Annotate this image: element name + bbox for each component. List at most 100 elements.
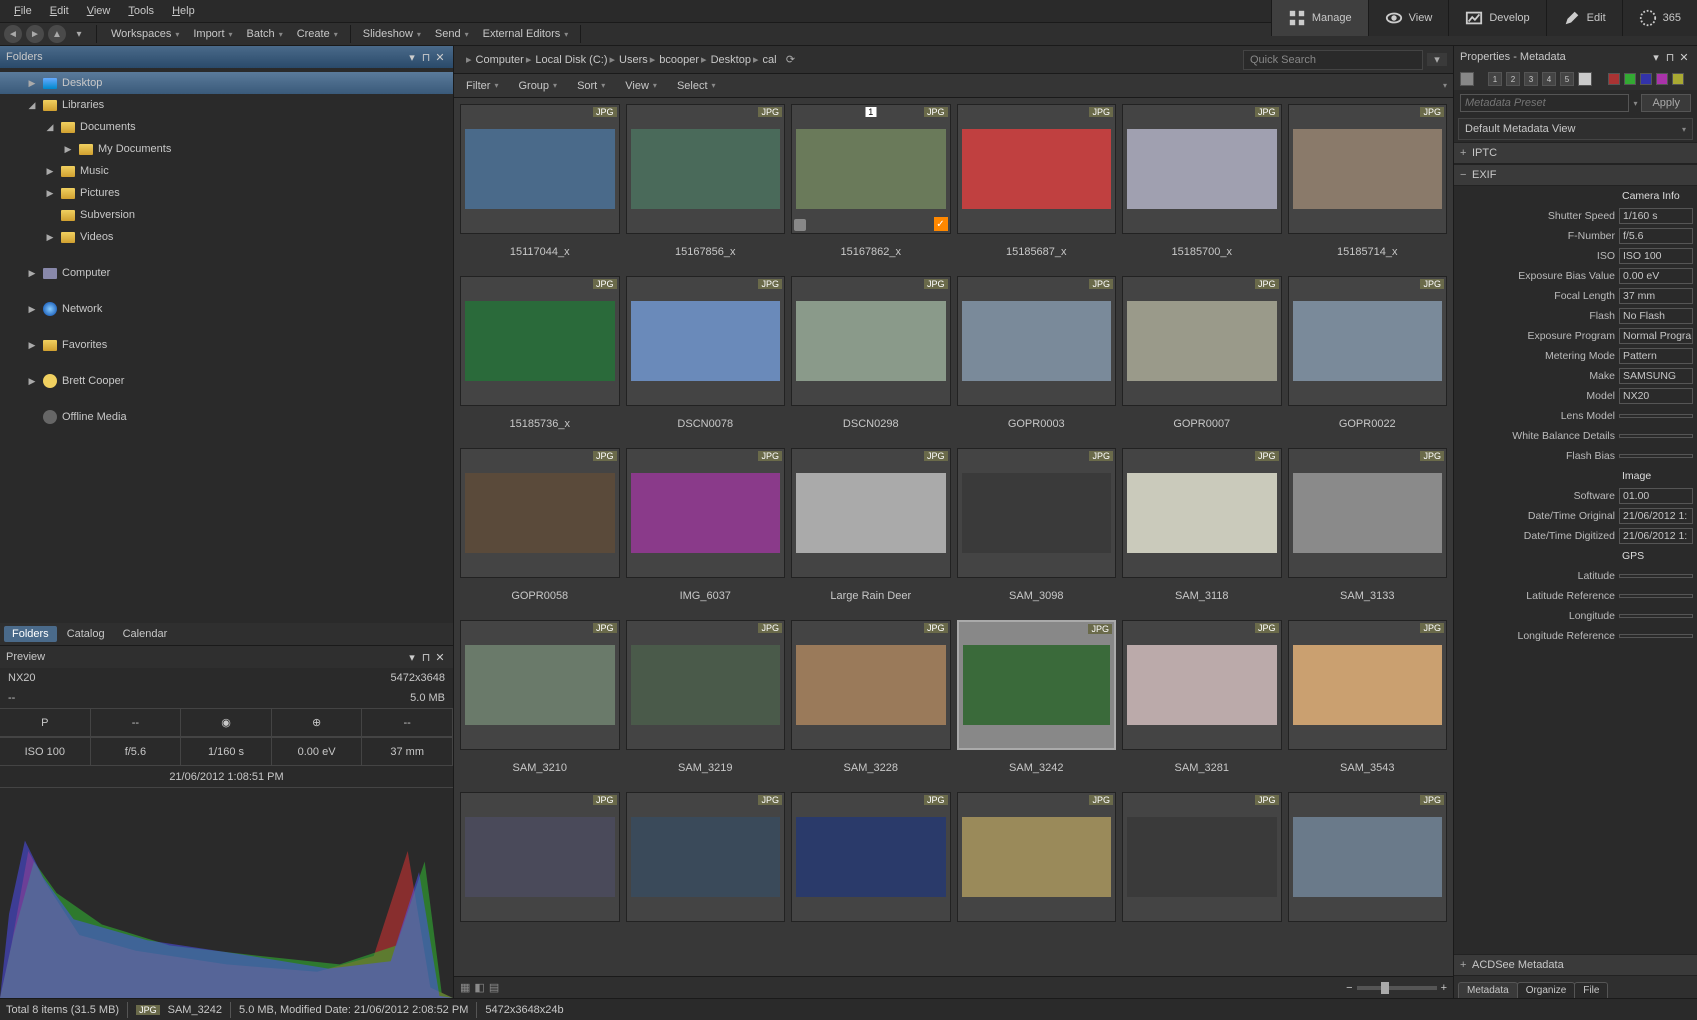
- metadata-preset-input[interactable]: [1460, 94, 1629, 112]
- view-mode-icon[interactable]: ▤: [489, 981, 499, 994]
- toolbar-import[interactable]: Import ▾: [187, 25, 238, 43]
- thumbnail[interactable]: JPGSAM_3228: [791, 620, 951, 786]
- tree-item-computer[interactable]: ▶Computer: [0, 262, 453, 284]
- tree-item-music[interactable]: ▶Music: [0, 160, 453, 182]
- rating-5[interactable]: 5: [1560, 72, 1574, 86]
- toolbar-send[interactable]: Send ▾: [429, 25, 475, 43]
- exif-value[interactable]: [1619, 574, 1693, 578]
- exif-value[interactable]: No Flash: [1619, 308, 1693, 324]
- mode-develop[interactable]: Develop: [1448, 0, 1545, 36]
- exif-value[interactable]: f/5.6: [1619, 228, 1693, 244]
- color-red[interactable]: [1608, 73, 1620, 85]
- exif-value[interactable]: Normal Program: [1619, 328, 1693, 344]
- panel-menu-icon[interactable]: ▾: [405, 651, 419, 664]
- left-tab-folders[interactable]: Folders: [4, 626, 57, 642]
- thumbnail[interactable]: JPGGOPR0003: [957, 276, 1117, 442]
- breadcrumb-segment[interactable]: ▸ cal: [751, 53, 777, 66]
- thumbnail[interactable]: JPG15185700_x: [1122, 104, 1282, 270]
- thumbnail[interactable]: JPGSAM_3281: [1122, 620, 1282, 786]
- mode-365[interactable]: 365: [1622, 0, 1697, 36]
- color-green[interactable]: [1624, 73, 1636, 85]
- thumbnail[interactable]: JPGIMG_6037: [626, 448, 786, 614]
- filter-group[interactable]: Group ▾: [512, 78, 563, 94]
- apply-button[interactable]: Apply: [1641, 94, 1691, 112]
- mode-edit[interactable]: Edit: [1546, 0, 1622, 36]
- exif-value[interactable]: [1619, 454, 1693, 458]
- breadcrumb-segment[interactable]: ▸ bcooper: [648, 53, 699, 66]
- toolbar-external-editors[interactable]: External Editors ▾: [477, 25, 575, 43]
- thumbnail[interactable]: JPGLarge Rain Deer: [791, 448, 951, 614]
- tree-item-documents[interactable]: ◢Documents: [0, 116, 453, 138]
- nav-fwd-icon[interactable]: ►: [26, 25, 44, 43]
- panel-pin-icon[interactable]: ⊓: [419, 651, 433, 664]
- metadata-view-select[interactable]: Default Metadata View ▾: [1458, 118, 1693, 140]
- properties-tab-metadata[interactable]: Metadata: [1458, 982, 1518, 998]
- nav-history-icon[interactable]: ▾: [70, 25, 88, 43]
- color-yellow[interactable]: [1672, 73, 1684, 85]
- section-exif[interactable]: −EXIF: [1454, 164, 1697, 186]
- zoom-in-icon[interactable]: +: [1441, 982, 1447, 994]
- menu-help[interactable]: Help: [164, 3, 203, 19]
- thumbnail[interactable]: JPG: [957, 792, 1117, 958]
- view-mode-icon[interactable]: ◧: [474, 981, 484, 994]
- thumbnail[interactable]: JPGSAM_3118: [1122, 448, 1282, 614]
- exif-value[interactable]: 37 mm: [1619, 288, 1693, 304]
- tree-item-favorites[interactable]: ▶Favorites: [0, 334, 453, 356]
- filter-filter[interactable]: Filter ▾: [460, 78, 504, 94]
- tree-item-pictures[interactable]: ▶Pictures: [0, 182, 453, 204]
- exif-value[interactable]: Pattern: [1619, 348, 1693, 364]
- thumbnail[interactable]: JPGSAM_3219: [626, 620, 786, 786]
- panel-pin-icon[interactable]: ⊓: [1663, 51, 1677, 64]
- mode-manage[interactable]: Manage: [1271, 0, 1368, 36]
- menu-file[interactable]: File: [6, 3, 40, 19]
- thumbnail[interactable]: JPGGOPR0007: [1122, 276, 1282, 442]
- left-tab-catalog[interactable]: Catalog: [59, 626, 113, 642]
- exif-value[interactable]: 21/06/2012 1:: [1619, 508, 1693, 524]
- properties-tab-file[interactable]: File: [1574, 982, 1608, 998]
- exif-value[interactable]: 21/06/2012 1:: [1619, 528, 1693, 544]
- tree-item-offline-media[interactable]: Offline Media: [0, 406, 453, 428]
- tree-item-videos[interactable]: ▶Videos: [0, 226, 453, 248]
- thumbnail[interactable]: JPG15185687_x: [957, 104, 1117, 270]
- exif-value[interactable]: [1619, 434, 1693, 438]
- thumbnail[interactable]: JPG15185736_x: [460, 276, 620, 442]
- thumbnail[interactable]: JPGSAM_3210: [460, 620, 620, 786]
- rating-3[interactable]: 3: [1524, 72, 1538, 86]
- breadcrumb-segment[interactable]: ▸ Local Disk (C:): [524, 53, 608, 66]
- tree-item-brett-cooper[interactable]: ▶Brett Cooper: [0, 370, 453, 392]
- tree-item-network[interactable]: ▶Network: [0, 298, 453, 320]
- panel-close-icon[interactable]: ✕: [433, 651, 447, 664]
- exif-value[interactable]: ISO 100: [1619, 248, 1693, 264]
- filter-overflow-icon[interactable]: ▾: [1443, 81, 1447, 90]
- exif-value[interactable]: SAMSUNG: [1619, 368, 1693, 384]
- thumbnail[interactable]: JPG1✓15167862_x: [791, 104, 951, 270]
- thumbnail[interactable]: JPG15185714_x: [1288, 104, 1448, 270]
- exif-value[interactable]: 01.00: [1619, 488, 1693, 504]
- breadcrumb-segment[interactable]: ▸ Desktop: [699, 53, 751, 66]
- thumbnail[interactable]: JPGDSCN0298: [791, 276, 951, 442]
- thumbnail[interactable]: JPG: [1288, 792, 1448, 958]
- menu-view[interactable]: View: [79, 3, 119, 19]
- panel-close-icon[interactable]: ✕: [1677, 51, 1691, 64]
- preset-dropdown-icon[interactable]: ▾: [1633, 99, 1637, 108]
- rating-4[interactable]: 4: [1542, 72, 1556, 86]
- rating-1[interactable]: 1: [1488, 72, 1502, 86]
- rating-2[interactable]: 2: [1506, 72, 1520, 86]
- thumbnail[interactable]: JPGSAM_3133: [1288, 448, 1448, 614]
- thumbnail[interactable]: JPG: [1122, 792, 1282, 958]
- exif-value[interactable]: [1619, 594, 1693, 598]
- thumbnail[interactable]: JPG15167856_x: [626, 104, 786, 270]
- menu-edit[interactable]: Edit: [42, 3, 77, 19]
- exif-value[interactable]: 1/160 s: [1619, 208, 1693, 224]
- toolbar-create[interactable]: Create ▾: [291, 25, 344, 43]
- thumbnail[interactable]: JPGSAM_3543: [1288, 620, 1448, 786]
- left-tab-calendar[interactable]: Calendar: [115, 626, 176, 642]
- thumbnail[interactable]: JPGDSCN0078: [626, 276, 786, 442]
- nav-up-icon[interactable]: ▲: [48, 25, 66, 43]
- mode-view[interactable]: View: [1368, 0, 1449, 36]
- toolbar-slideshow[interactable]: Slideshow ▾: [357, 25, 427, 43]
- thumbnail[interactable]: JPGGOPR0058: [460, 448, 620, 614]
- search-menu-icon[interactable]: ▾: [1427, 53, 1447, 66]
- thumbnail[interactable]: JPGGOPR0022: [1288, 276, 1448, 442]
- refresh-icon[interactable]: ⟳: [781, 53, 801, 66]
